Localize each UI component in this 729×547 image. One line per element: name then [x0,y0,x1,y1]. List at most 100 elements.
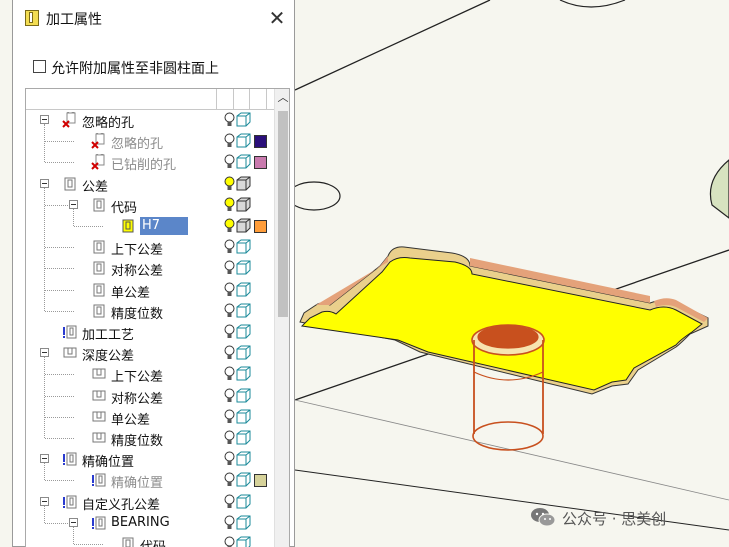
scroll-up-arrow-icon[interactable]: ︿ [275,91,289,105]
tree-row[interactable]: 单公差 [26,407,274,428]
lightbulb-icon[interactable] [224,345,235,361]
tree-row[interactable]: 精度位数 [26,301,274,322]
lightbulb-icon[interactable] [224,176,235,192]
tree-row[interactable]: H7 [26,216,274,237]
tree-node-label[interactable]: 精确位置 [82,451,134,470]
lightbulb-icon[interactable] [224,112,235,128]
tree-node-label[interactable]: 精确位置 [111,472,163,491]
tree-node-label[interactable]: 单公差 [111,409,150,428]
tree-node-label[interactable]: 上下公差 [111,239,163,258]
tree-row[interactable]: 忽略的孔 [26,131,274,152]
tree-node-label[interactable]: 已钻削的孔 [111,154,176,173]
cube-icon[interactable] [236,133,251,148]
lightbulb-icon[interactable] [224,536,235,547]
lightbulb-icon[interactable] [224,366,235,382]
cube-icon[interactable] [236,239,251,254]
cube-icon[interactable] [236,154,251,169]
collapse-toggle-icon[interactable] [40,348,49,358]
tree-node-label[interactable]: 代码 [140,536,166,547]
lightbulb-icon[interactable] [224,197,235,213]
tree-node-label[interactable]: 精度位数 [111,303,163,322]
tree-row[interactable]: 上下公差 [26,237,274,258]
color-swatch[interactable] [254,156,267,170]
tree-row[interactable]: 代码 [26,195,274,216]
tree-node-label[interactable]: 自定义孔公差 [82,494,160,513]
tree-node-label[interactable]: 代码 [111,197,137,216]
tree-node-label[interactable]: H7 [140,217,189,235]
cube-icon[interactable] [236,260,251,275]
cube-icon[interactable] [236,197,251,212]
tree-node-label[interactable]: 单公差 [111,282,150,301]
color-swatch[interactable] [254,135,267,149]
cube-icon[interactable] [236,472,251,487]
tree-node-label[interactable]: BEARING [111,515,170,530]
tree-node-label[interactable]: 公差 [82,176,108,195]
header-divider[interactable] [233,89,234,109]
tree-row[interactable]: 公差 [26,174,274,195]
collapse-toggle-icon[interactable] [40,115,49,124]
tree-node-label[interactable]: 深度公差 [82,345,134,364]
tree-row[interactable]: 已钻削的孔 [26,152,274,173]
tree-row[interactable]: 单公差 [26,280,274,301]
allow-attribute-checkbox[interactable] [33,60,46,73]
lightbulb-icon[interactable] [224,388,235,404]
collapse-toggle-icon[interactable] [40,496,49,506]
lightbulb-icon[interactable] [224,154,235,170]
collapse-toggle-icon[interactable] [40,178,49,188]
header-divider[interactable] [249,89,250,109]
cube-icon[interactable] [236,494,251,509]
collapse-toggle-icon[interactable] [69,517,78,527]
tree-row[interactable]: 代码 [26,534,274,547]
lightbulb-icon[interactable] [224,282,235,298]
lightbulb-icon[interactable] [224,260,235,276]
lightbulb-icon[interactable] [224,451,235,467]
tree-node-label[interactable]: 对称公差 [111,260,163,279]
lightbulb-icon[interactable] [224,515,235,531]
cube-icon[interactable] [236,112,251,127]
lightbulb-icon[interactable] [224,430,235,446]
cube-icon[interactable] [236,282,251,297]
cube-icon[interactable] [236,536,251,547]
tree-row[interactable]: 精度位数 [26,428,274,449]
color-swatch[interactable] [254,220,267,233]
cube-icon[interactable] [236,218,251,233]
tree-node-label[interactable]: 忽略的孔 [82,112,134,131]
tree-row[interactable]: 精确位置 [26,470,274,491]
lightbulb-icon[interactable] [224,303,235,319]
lightbulb-icon[interactable] [224,133,235,149]
tree-row[interactable]: BEARING [26,513,274,534]
tree-node-label[interactable]: 对称公差 [111,388,163,407]
tree-row[interactable]: 忽略的孔 [26,110,274,131]
tree-row[interactable]: 自定义孔公差 [26,492,274,513]
tree-node-label[interactable]: 精度位数 [111,430,163,449]
dialog-titlebar[interactable]: 加工属性 ✕ [13,0,294,38]
tree-node-label[interactable]: 上下公差 [111,366,163,385]
cube-icon[interactable] [236,451,251,466]
lightbulb-icon[interactable] [224,239,235,255]
header-divider[interactable] [216,89,217,109]
lightbulb-icon[interactable] [224,494,235,510]
lightbulb-icon[interactable] [224,218,235,234]
cube-icon[interactable] [236,324,251,339]
scroll-thumb[interactable] [278,111,288,317]
header-divider[interactable] [266,89,267,109]
collapse-toggle-icon[interactable] [69,199,78,209]
color-swatch[interactable] [254,474,267,488]
lightbulb-icon[interactable] [224,472,235,488]
cube-icon[interactable] [236,430,251,445]
collapse-toggle-icon[interactable] [40,454,49,464]
tree-row[interactable]: 上下公差 [26,364,274,385]
tree-scrollbar[interactable]: ︿ [274,89,289,547]
tree-node-label[interactable]: 忽略的孔 [111,133,163,152]
cube-icon[interactable] [236,366,251,381]
cube-icon[interactable] [236,176,251,191]
tree-node-label[interactable]: 加工工艺 [82,324,134,343]
cube-icon[interactable] [236,345,251,360]
cube-icon[interactable] [236,303,251,318]
lightbulb-icon[interactable] [224,409,235,425]
tree-row[interactable]: 精确位置 [26,449,274,470]
tree-row[interactable]: 深度公差 [26,343,274,364]
lightbulb-icon[interactable] [224,324,235,340]
cube-icon[interactable] [236,409,251,424]
tree-row[interactable]: 对称公差 [26,258,274,279]
